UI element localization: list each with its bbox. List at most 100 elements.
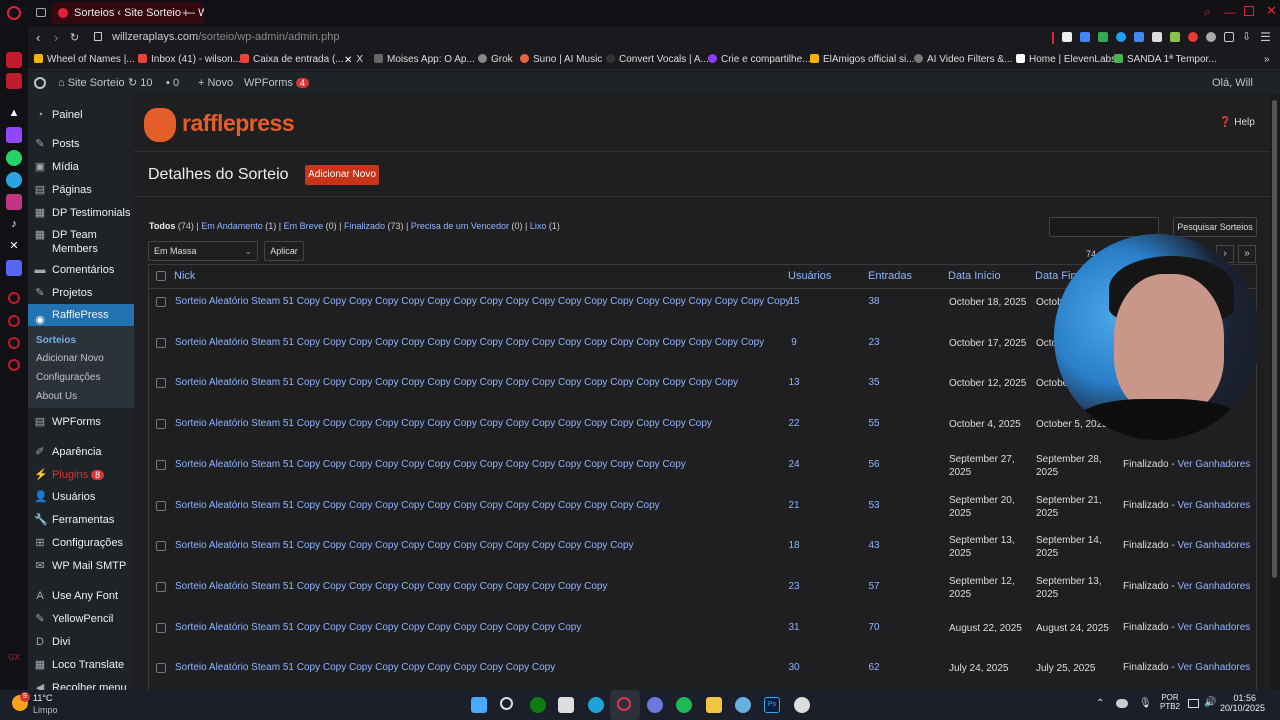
row-checkbox[interactable] [156, 501, 166, 511]
raffle-title-link[interactable]: Sorteio Aleatório Steam 51 Copy Copy Cop… [175, 662, 555, 673]
photoshop-icon[interactable]: Ps [764, 697, 780, 713]
history-icon[interactable] [8, 315, 20, 327]
close-window-icon[interactable]: ✕ [1266, 3, 1277, 19]
menu-item-aparencia[interactable]: ✐ Aparência [28, 445, 134, 459]
row-checkbox[interactable] [156, 460, 166, 470]
spotify-icon[interactable] [676, 697, 692, 713]
discord-icon[interactable] [6, 260, 22, 276]
users-count[interactable]: 22 [779, 418, 809, 429]
extension-icon[interactable] [1098, 32, 1108, 42]
obs-icon[interactable] [794, 697, 810, 713]
users-count[interactable]: 23 [779, 581, 809, 592]
extension-icon[interactable] [1116, 32, 1126, 42]
view-winners-link[interactable]: Ver Ganhadores [1177, 540, 1250, 551]
filter-lixo[interactable]: Lixo [530, 221, 547, 231]
raffle-title-link[interactable]: Sorteio Aleatório Steam 51 Copy Copy Cop… [175, 581, 607, 592]
admin-bar-updates[interactable]: ↻ 10 [128, 72, 153, 94]
entries-count[interactable]: 62 [859, 662, 889, 673]
filter-em-andamento[interactable]: Em Andamento [201, 221, 263, 231]
app-icon[interactable] [647, 697, 663, 713]
bookmark[interactable]: SANDA 1ª Tempor... [1114, 53, 1217, 67]
entries-count[interactable]: 57 [859, 581, 889, 592]
apply-button[interactable]: Aplicar [264, 241, 304, 261]
player-icon[interactable] [8, 292, 20, 304]
menu-item-paginas[interactable]: ▤ Páginas [28, 183, 134, 197]
entries-count[interactable]: 38 [859, 296, 889, 307]
bookmark[interactable]: Wheel of Names |... [34, 53, 135, 67]
bookmark[interactable]: Moises App: O Ap... [374, 53, 475, 67]
submenu-configuracoes[interactable]: Configurações [36, 372, 100, 383]
bookmark[interactable]: ✕ X [344, 53, 363, 67]
extension-icon[interactable] [1080, 32, 1090, 42]
bulk-action-select[interactable]: Em Massa ⌄ [148, 241, 258, 261]
view-winners-link[interactable]: Ver Ganhadores [1177, 622, 1250, 633]
extension-icon[interactable] [1206, 32, 1216, 42]
admin-bar-wpforms[interactable]: WPForms 4 [244, 72, 309, 94]
entries-count[interactable]: 55 [859, 418, 889, 429]
admin-bar-new[interactable]: + Novo [198, 72, 233, 94]
users-count[interactable]: 13 [779, 377, 809, 388]
bookmark[interactable]: Suno | AI Music [520, 53, 602, 67]
users-count[interactable]: 31 [779, 622, 809, 633]
download-icon[interactable]: ⇩ [1242, 30, 1251, 43]
menu-item-midia[interactable]: ▣ Mídia [28, 160, 134, 174]
view-winners-link[interactable]: Ver Ganhadores [1177, 500, 1250, 511]
file-explorer-icon[interactable] [706, 697, 722, 713]
pinboard-icon[interactable] [8, 337, 20, 349]
entries-count[interactable]: 35 [859, 377, 889, 388]
tray-chevron-up-icon[interactable]: ⌃ [1096, 698, 1104, 709]
menu-item-yellowpencil[interactable]: ✎ YellowPencil [28, 612, 134, 626]
row-checkbox[interactable] [156, 541, 166, 551]
scrollbar-thumb[interactable] [1272, 100, 1277, 578]
bookmark[interactable]: Crie e compartilhe... [708, 53, 810, 67]
telegram-icon[interactable] [6, 172, 22, 188]
menu-item-ferramentas[interactable]: 🔧 Ferramentas [28, 513, 134, 527]
filter-finalizado[interactable]: Finalizado [344, 221, 385, 231]
menu-item-painel[interactable]: ◔ Painel [28, 108, 134, 122]
search-button[interactable]: Pesquisar Sorteios [1173, 217, 1257, 237]
extension-icon[interactable] [1170, 32, 1180, 42]
whatsapp-icon[interactable] [6, 150, 22, 166]
opera-calendar-icon[interactable] [6, 73, 22, 89]
view-winners-link[interactable]: Ver Ganhadores [1177, 662, 1250, 673]
maximize-icon[interactable] [1244, 6, 1254, 16]
users-count[interactable]: 15 [779, 296, 809, 307]
filter-todos[interactable]: Todos [149, 221, 175, 231]
start-icon[interactable] [471, 697, 487, 713]
bookmark[interactable]: AI Video Filters &... [914, 53, 1012, 67]
raffle-title-link[interactable]: Sorteio Aleatório Steam 51 Copy Copy Cop… [175, 296, 790, 307]
raffle-title-link[interactable]: Sorteio Aleatório Steam 51 Copy Copy Cop… [175, 622, 581, 633]
search-tabs-icon[interactable]: ⌕ [1204, 5, 1211, 20]
menu-item-projetos[interactable]: ✎ Projetos [28, 286, 134, 300]
menu-item-plugins[interactable]: ⚡ Plugins 8 [28, 468, 134, 482]
users-count[interactable]: 30 [779, 662, 809, 673]
row-checkbox[interactable] [156, 338, 166, 348]
menu-item-use-any-font[interactable]: A Use Any Font [28, 589, 134, 603]
menu-item-wpforms[interactable]: ▤ WPForms [28, 415, 134, 429]
pager-last-button[interactable]: » [1238, 245, 1256, 263]
app-icon[interactable] [735, 697, 751, 713]
raffle-title-link[interactable]: Sorteio Aleatório Steam 51 Copy Copy Cop… [175, 337, 764, 348]
column-usuarios[interactable]: Usuários [788, 270, 831, 282]
opera-logo-icon[interactable] [7, 6, 21, 20]
column-nick[interactable]: Nick [174, 270, 195, 282]
menu-item-dp-testimonials[interactable]: ▦ DP Testimonials [28, 206, 134, 220]
onedrive-icon[interactable] [1116, 699, 1128, 708]
twitch-icon[interactable] [6, 127, 22, 143]
microphone-icon[interactable]: 🎙 [1139, 698, 1152, 709]
settings-icon[interactable] [8, 359, 20, 371]
submenu-adicionar-novo[interactable]: Adicionar Novo [36, 353, 104, 364]
users-count[interactable]: 9 [779, 337, 809, 348]
row-checkbox[interactable] [156, 378, 166, 388]
tab-menu-icon[interactable] [36, 8, 46, 17]
entries-count[interactable]: 70 [859, 622, 889, 633]
extensions-puzzle-icon[interactable] [1224, 32, 1234, 42]
submenu-about-us[interactable]: About Us [36, 391, 77, 402]
forward-icon[interactable]: › [54, 30, 58, 45]
search-icon[interactable] [500, 697, 513, 710]
admin-bar-account[interactable]: Olá, Will [1212, 72, 1253, 94]
extension-icon[interactable] [1152, 32, 1162, 42]
menu-item-rafflepress[interactable]: ◉ RafflePress [28, 304, 134, 326]
entries-count[interactable]: 43 [859, 540, 889, 551]
row-checkbox[interactable] [156, 663, 166, 673]
